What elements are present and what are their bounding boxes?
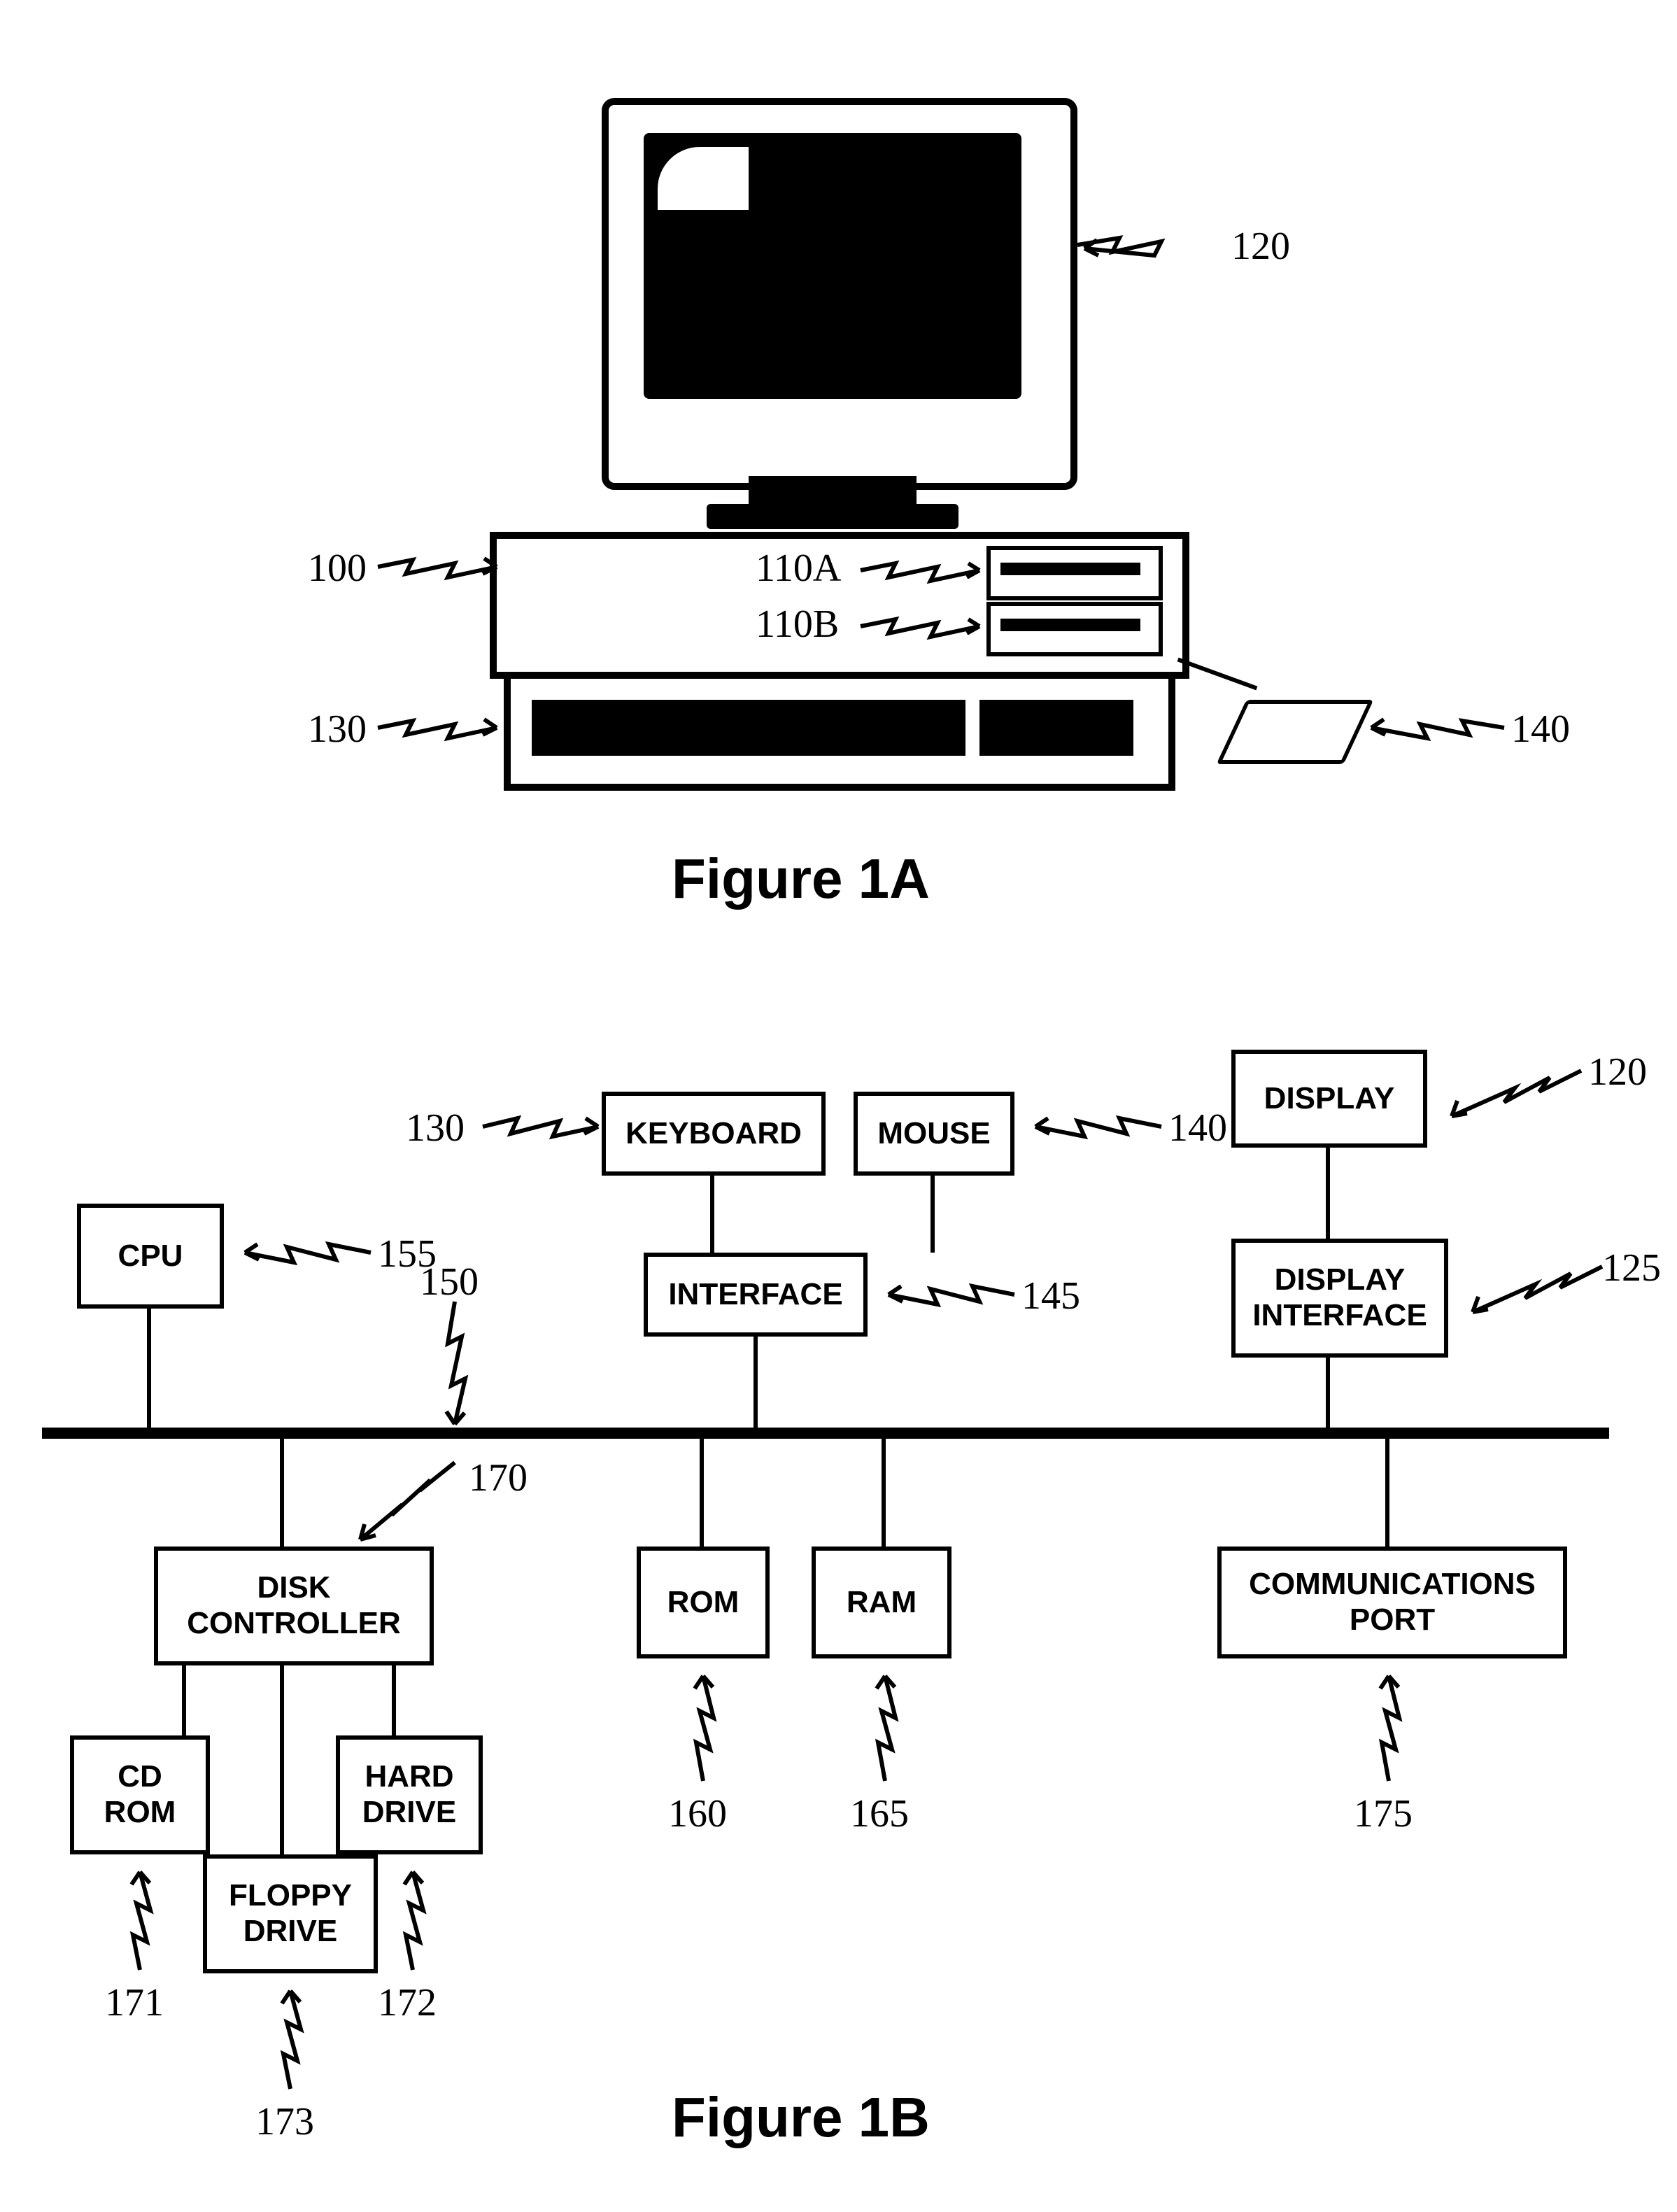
ref-120-b: 120: [1588, 1050, 1647, 1094]
drive-slot-a: [1000, 563, 1140, 575]
zig-arrow-icon: [882, 1274, 1014, 1316]
spark-arrow-up-icon: [115, 1868, 164, 1973]
conn-bus-comm: [1385, 1439, 1389, 1551]
spark-arrow-up-icon: [388, 1868, 437, 1973]
ref-173: 173: [255, 2099, 314, 2144]
ref-125: 125: [1602, 1246, 1661, 1290]
conn-dc-floppy: [280, 1665, 284, 1861]
label-keyboard: KEYBOARD: [625, 1116, 802, 1152]
label-cd-rom: CD ROM: [78, 1759, 201, 1830]
ref-165: 165: [850, 1791, 909, 1836]
conn-display-di: [1326, 1148, 1330, 1239]
box-ram: RAM: [812, 1547, 951, 1658]
box-interface: INTERFACE: [644, 1253, 868, 1337]
ref-145: 145: [1021, 1274, 1080, 1318]
keyboard-keys: [532, 700, 965, 756]
box-cd-rom: CD ROM: [70, 1735, 210, 1854]
zig-arrow-icon: [1441, 1064, 1581, 1127]
conn-interface-bus: [753, 1337, 758, 1428]
box-keyboard: KEYBOARD: [602, 1092, 826, 1176]
zig-arrow-icon: [378, 707, 504, 749]
label-floppy-drive: FLOPPY DRIVE: [211, 1878, 369, 1949]
spark-arrow-up-icon: [266, 1987, 315, 2092]
diag-arrow-icon: [350, 1456, 462, 1547]
keyboard-numpad: [979, 700, 1133, 756]
system-bus: [42, 1428, 1609, 1439]
ref-130-a: 130: [308, 707, 367, 752]
ref-100: 100: [308, 546, 367, 591]
zig-arrow-icon: [238, 1232, 371, 1274]
zig-arrow-icon: [861, 553, 986, 588]
figure-1a-title: Figure 1A: [672, 847, 930, 911]
label-mouse: MOUSE: [877, 1116, 990, 1152]
label-display: DISPLAY: [1264, 1081, 1395, 1117]
conn-bus-rom: [700, 1439, 704, 1551]
box-floppy-drive: FLOPPY DRIVE: [203, 1854, 378, 1973]
conn-mouse-interface: [931, 1176, 935, 1253]
label-interface: INTERFACE: [668, 1277, 842, 1313]
conn-cpu-bus: [147, 1309, 151, 1428]
box-display: DISPLAY: [1231, 1050, 1427, 1148]
zig-arrow-icon: [1364, 707, 1504, 749]
ref-170: 170: [469, 1456, 528, 1500]
box-cpu: CPU: [77, 1204, 224, 1309]
zig-arrow-icon: [378, 546, 504, 588]
spark-arrow-up-icon: [1364, 1672, 1413, 1784]
conn-keyboard-interface: [710, 1176, 714, 1253]
mouse: [1217, 700, 1374, 764]
box-mouse: MOUSE: [854, 1092, 1014, 1176]
box-rom: ROM: [637, 1547, 770, 1658]
crt-foot: [707, 504, 958, 529]
ref-160: 160: [668, 1791, 727, 1836]
conn-dc-cd: [182, 1665, 186, 1742]
spark-arrow-up-icon: [679, 1672, 728, 1784]
label-cpu: CPU: [118, 1239, 183, 1274]
zig-arrow-icon: [861, 609, 986, 644]
conn-dc-hard: [392, 1665, 396, 1742]
box-disk-controller: DISK CONTROLLER: [154, 1547, 434, 1665]
ref-140-b: 140: [1168, 1106, 1227, 1150]
ref-171: 171: [105, 1980, 164, 2025]
label-ram: RAM: [847, 1585, 917, 1621]
ref-175: 175: [1354, 1791, 1413, 1836]
ref-120-a: 120: [1231, 224, 1290, 269]
label-display-interface: DISPLAY INTERFACE: [1240, 1262, 1440, 1333]
ref-150: 150: [420, 1260, 479, 1304]
zig-arrow-icon: [483, 1106, 602, 1148]
label-comm-port: COMMUNICATIONS PORT: [1226, 1567, 1559, 1637]
box-hard-drive: HARD DRIVE: [336, 1735, 483, 1854]
zig-arrow-icon: [1077, 224, 1217, 266]
conn-bus-ram: [882, 1439, 886, 1551]
box-display-interface: DISPLAY INTERFACE: [1231, 1239, 1448, 1358]
zig-arrow-icon: [1028, 1106, 1161, 1148]
conn-bus-diskctrl: [280, 1439, 284, 1551]
label-hard-drive: HARD DRIVE: [344, 1759, 474, 1830]
ref-130-b: 130: [406, 1106, 465, 1150]
ref-110a: 110A: [756, 546, 841, 591]
ref-140-a: 140: [1511, 707, 1570, 752]
drive-slot-b: [1000, 619, 1140, 631]
label-disk-controller: DISK CONTROLLER: [162, 1570, 425, 1641]
spark-arrow-up-icon: [861, 1672, 910, 1784]
conn-di-bus: [1326, 1358, 1330, 1428]
label-rom: ROM: [667, 1585, 740, 1621]
spark-arrow-icon: [427, 1302, 483, 1428]
figure-1b-title: Figure 1B: [672, 2085, 930, 2150]
box-comm-port: COMMUNICATIONS PORT: [1217, 1547, 1567, 1658]
ref-172: 172: [378, 1980, 437, 2025]
zig-arrow-icon: [1462, 1260, 1602, 1323]
ref-110b: 110B: [756, 602, 839, 647]
